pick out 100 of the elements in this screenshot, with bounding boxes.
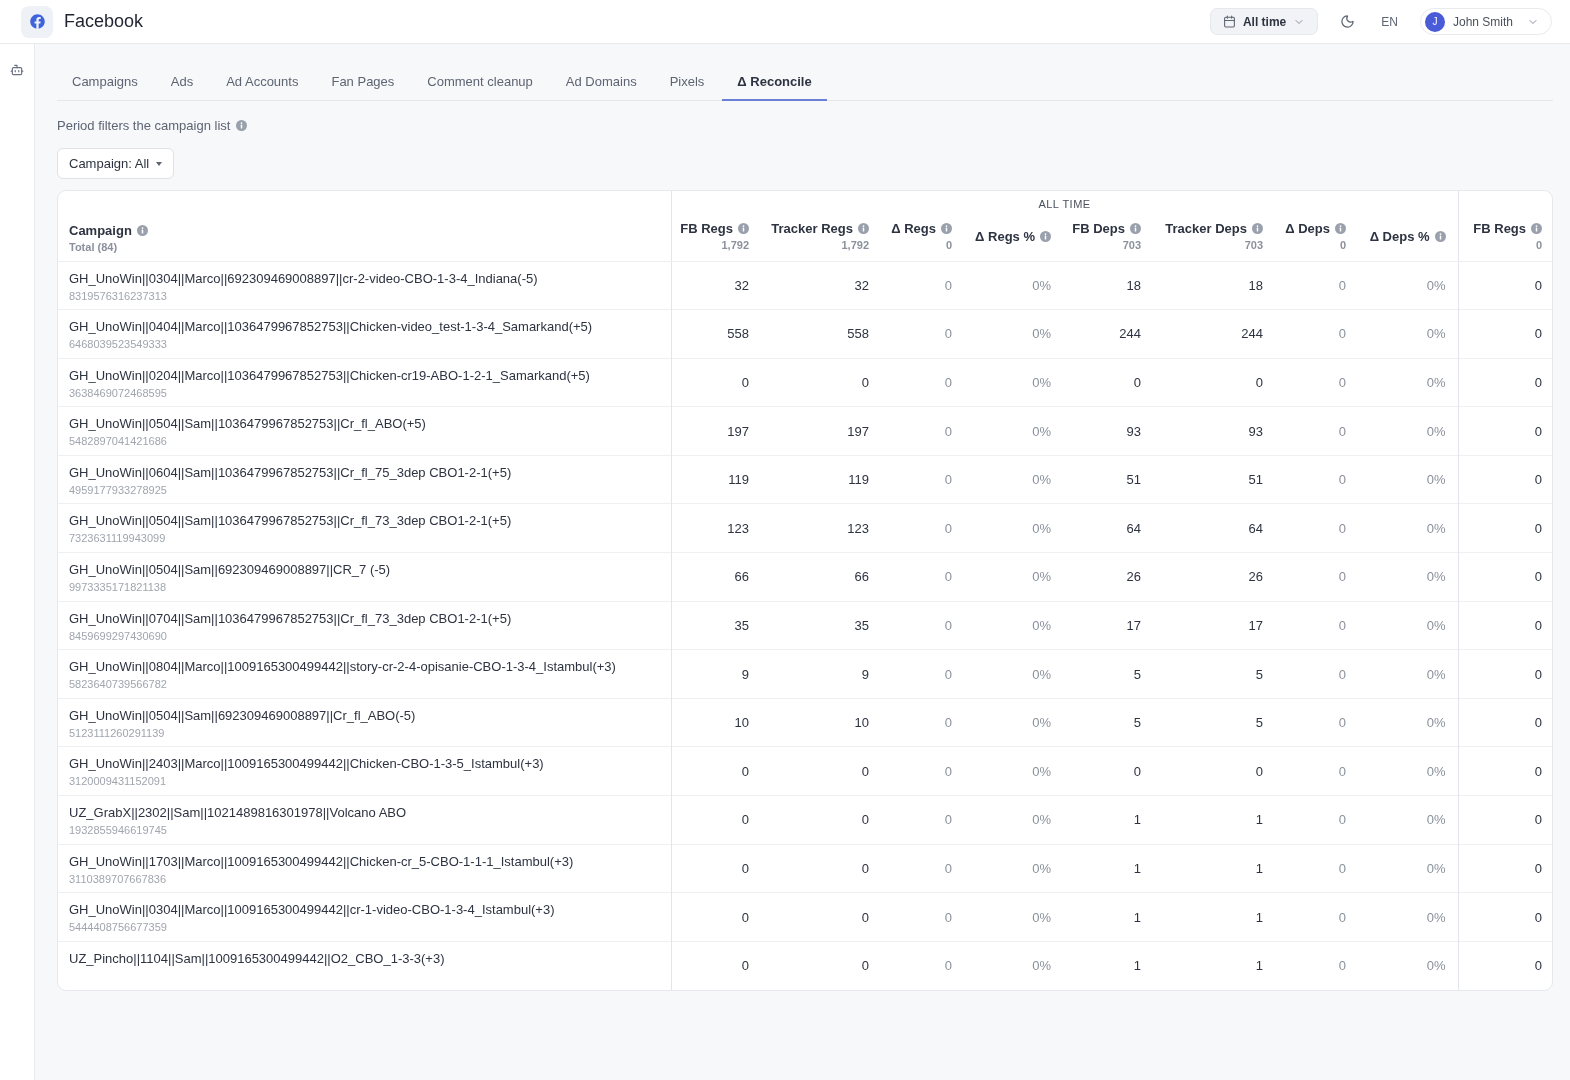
campaign-id: 8319576316237313	[69, 289, 168, 302]
language-button[interactable]: EN	[1381, 14, 1398, 29]
table-cell: 0	[1458, 358, 1552, 407]
table-cell: 1	[1153, 844, 1275, 893]
table-cell: 244	[1153, 309, 1275, 359]
table-cell: 0	[1275, 698, 1358, 747]
table-cell: 0%	[964, 358, 1063, 407]
column-total: 0	[1339, 239, 1346, 252]
table-cell: 93	[1153, 406, 1275, 456]
table-cell: 0	[1275, 406, 1358, 456]
column-header: FB Regs	[1473, 221, 1527, 237]
table-cell: 5	[1063, 698, 1153, 747]
table-cell: 0	[761, 844, 881, 893]
campaign-name: GH_UnoWin||0604||Sam||1036479967852753||Cr_fl_75_3dep CBO1-2-1(+5)	[69, 464, 513, 480]
table-cell: 0	[761, 358, 881, 407]
info-icon	[941, 223, 952, 235]
campaign-id: 3638469072468595	[69, 386, 168, 399]
tab[interactable]: Campaigns	[57, 64, 153, 101]
table-cell: 0%	[1358, 601, 1459, 650]
table-cell: 0%	[1358, 455, 1459, 504]
tab[interactable]: Pixels	[654, 64, 720, 101]
table-cell: 0	[1275, 552, 1358, 602]
table-cell: 0%	[1358, 746, 1459, 796]
info-icon	[1040, 230, 1051, 242]
table-cell: 0	[1153, 358, 1275, 407]
app-logo	[21, 5, 53, 38]
tab[interactable]: Ad Domains	[550, 64, 652, 101]
table-cell: 0	[761, 746, 881, 796]
tab[interactable]: Fan Pages	[316, 64, 410, 101]
period-dropdown[interactable]: All time	[1209, 8, 1319, 35]
table-cell: 0	[881, 795, 964, 845]
info-icon	[1434, 230, 1446, 242]
table-cell: 0	[881, 601, 964, 650]
table-cell: 0%	[964, 455, 1063, 504]
campaign-id: 7323631119943099	[69, 532, 167, 545]
table-cell: 0%	[1358, 358, 1459, 407]
table-cell: 119	[671, 455, 761, 504]
campaign-id: 9973335171821138	[69, 581, 168, 594]
table-cell: 9	[671, 649, 761, 699]
table-cell: 0%	[964, 892, 1063, 942]
campaign-name: GH_UnoWin||0504||Sam||692309469008897||Cr_fl_ABO(-5)	[69, 707, 417, 723]
table-cell: 0	[1275, 795, 1358, 845]
table-cell: 0%	[1358, 892, 1459, 942]
app-title: Facebook	[64, 11, 144, 32]
table-cell: 558	[761, 309, 881, 359]
tab[interactable]: Ad Accounts	[211, 64, 314, 101]
column-header: Tracker Deps	[1165, 221, 1247, 237]
table-cell: 0%	[1358, 406, 1459, 456]
campaign-name: GH_UnoWin||0704||Sam||1036479967852753||Cr_fl_73_3dep CBO1-2-1(+5)	[69, 610, 513, 626]
tab[interactable]: Comment cleanup	[412, 64, 548, 101]
table-cell: 0	[1458, 892, 1552, 942]
column-header: FB Deps	[1072, 221, 1125, 237]
table-cell: 5	[1153, 649, 1275, 699]
table-cell: 93	[1063, 406, 1153, 456]
campaign-name: GH_UnoWin||0804||Marco||1009165300499442||story-cr-2-4-opisanie-CBO-1-3-4_Istambul(+3)	[69, 659, 617, 675]
table-cell: 26	[1063, 552, 1153, 602]
moon-icon[interactable]	[1339, 14, 1355, 29]
column-total: 1,792	[721, 239, 749, 252]
table-cell: 1	[1063, 892, 1153, 942]
campaign-name: GH_UnoWin||0504||Sam||692309469008897||CR_7 (-5)	[69, 562, 392, 578]
column-total: Total (84)	[69, 240, 118, 253]
tab[interactable]: Δ Reconcile	[722, 64, 827, 101]
table-cell: 0	[671, 941, 761, 990]
table-cell: 0%	[1358, 941, 1459, 990]
table-cell: 1	[1153, 795, 1275, 845]
campaign-filter-dropdown[interactable]: Campaign: All	[57, 148, 175, 179]
table-cell: 0%	[964, 601, 1063, 650]
table-cell: 1	[1063, 941, 1153, 990]
column-header: Δ Regs	[891, 221, 936, 237]
table-cell: 0	[1458, 941, 1552, 990]
table-cell: 64	[1063, 503, 1153, 553]
table-cell: 0%	[964, 746, 1063, 796]
tab[interactable]: Ads	[155, 64, 209, 101]
table-cell: 32	[671, 261, 761, 310]
table-cell: 0	[671, 892, 761, 942]
table-cell: 26	[1153, 552, 1275, 602]
table-cell: 0%	[964, 552, 1063, 602]
table-cell: 66	[671, 552, 761, 602]
table-cell: 35	[671, 601, 761, 650]
campaign-id: 1932855946619745	[69, 824, 168, 837]
campaign-name: UZ_Pincho||1104||Sam||1009165300499442||O2_CBO_1-3-3(+3)	[69, 950, 446, 966]
table-cell: 9	[761, 649, 881, 699]
campaign-name: GH_UnoWin||0204||Marco||1036479967852753||Chicken-cr19-ABO-1-2-1_Samarkand(+5)	[69, 367, 591, 383]
table-cell: 558	[671, 309, 761, 359]
campaign-id: 5823640739566782	[69, 678, 168, 691]
table-cell: 0%	[1358, 261, 1459, 310]
info-icon	[1252, 223, 1263, 235]
table-cell: 0	[1458, 503, 1552, 553]
table-cell: 0	[1275, 503, 1358, 553]
column-header: FB Regs	[680, 221, 733, 237]
user-menu[interactable]: J John Smith	[1419, 8, 1552, 35]
table-cell: 0	[761, 941, 881, 990]
info-icon	[858, 223, 869, 235]
table-cell: 0	[1275, 941, 1358, 990]
table-cell: 0	[1063, 358, 1153, 407]
robot-icon[interactable]	[9, 63, 25, 77]
campaign-name: GH_UnoWin||0304||Marco||692309469008897||cr-2-video-CBO-1-3-4_Indiana(-5)	[69, 270, 539, 286]
campaign-id: 8459699297430690	[69, 629, 168, 642]
table-cell: 0	[1275, 844, 1358, 893]
table-cell: 0	[671, 746, 761, 796]
